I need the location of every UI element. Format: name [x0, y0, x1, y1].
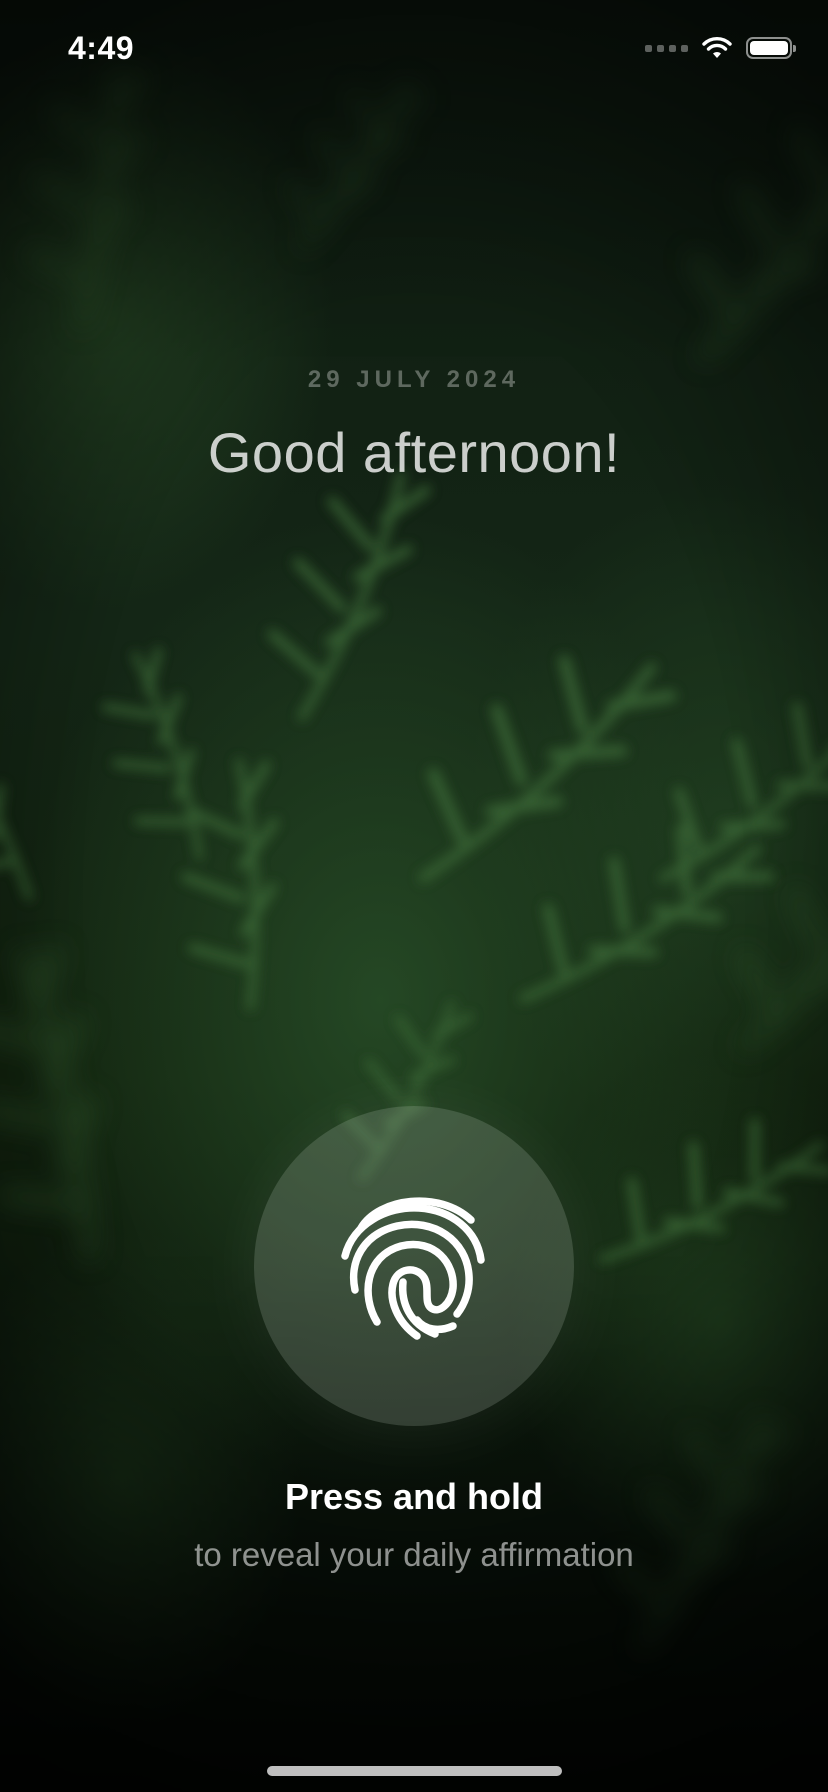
foliage-background-image: [0, 0, 828, 1792]
date-label: 29 JULY 2024: [307, 366, 521, 393]
status-icons: [645, 36, 796, 60]
home-indicator[interactable]: [267, 1766, 562, 1776]
wifi-icon: [702, 37, 732, 58]
signal-dots-icon: [645, 44, 688, 52]
affirmation-lock-screen: 4:49 29 JULY 2024 Good afternoon! Press …: [0, 0, 828, 1792]
battery-level-fill: [750, 41, 788, 55]
battery-icon: [746, 37, 796, 59]
fingerprint-icon: [341, 1197, 485, 1340]
status-bar: 4:49: [0, 0, 828, 100]
greeting-heading: Good afternoon!: [207, 421, 621, 484]
affirmation-hint-label: to reveal your daily affirmation: [194, 1536, 634, 1573]
status-time: 4:49: [68, 30, 135, 66]
press-and-hold-button[interactable]: [254, 1106, 574, 1426]
press-and-hold-label: Press and hold: [284, 1476, 544, 1517]
